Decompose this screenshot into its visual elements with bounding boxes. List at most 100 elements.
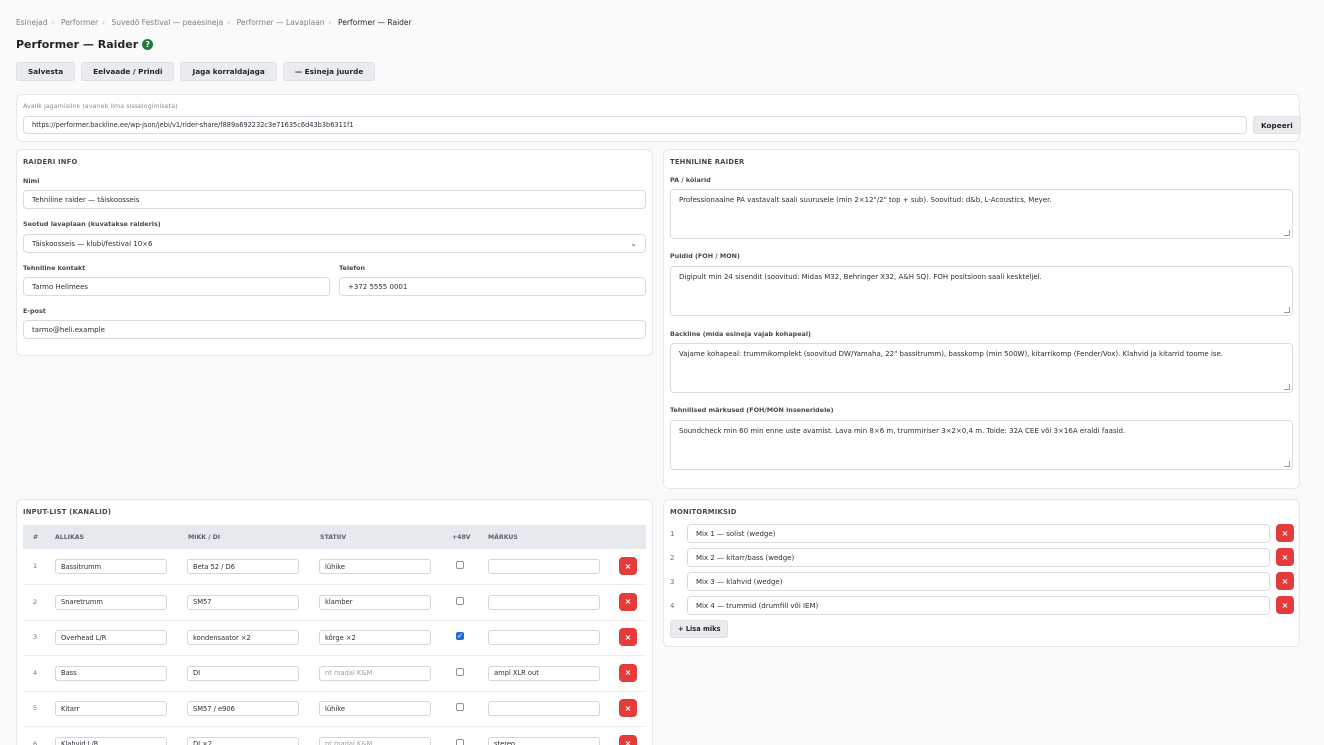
mic-input[interactable]: Beta 52 / D6 (187, 559, 299, 574)
breadcrumb-item[interactable]: Suvedö Festival — peaesineja (111, 18, 223, 27)
delete-row-button[interactable]: × (619, 663, 637, 682)
delete-row-button[interactable]: × (619, 734, 637, 745)
email-input[interactable]: tarmo@heli.example (23, 320, 646, 339)
note-input[interactable]: ampl XLR out (488, 665, 600, 681)
row-number: 3 (33, 633, 38, 641)
close-icon: × (1281, 576, 1289, 586)
list-item: 1 Mix 1 — solist (wedge) × (664, 524, 1301, 546)
col-source: ALLIKAS (55, 533, 85, 541)
breadcrumb-item[interactable]: Performer (61, 18, 98, 27)
note-input[interactable] (488, 630, 600, 645)
name-label: Nimi (23, 177, 40, 185)
stand-input[interactable]: lühike (319, 701, 431, 716)
delete-row-button[interactable]: × (619, 699, 637, 717)
check-icon: ✓ (457, 632, 463, 640)
source-input[interactable]: Kitarr (55, 701, 167, 716)
phantom-checkbox[interactable]: ✓ (456, 632, 464, 640)
phantom-checkbox[interactable] (456, 596, 464, 605)
input-list-heading: INPUT-LIST (KANALID) (23, 508, 112, 516)
resize-handle-icon[interactable] (1284, 307, 1290, 313)
col-number: # (33, 533, 39, 541)
mic-input[interactable]: DI (187, 665, 299, 681)
desks-textarea[interactable]: Digipult min 24 sisendit (soovitud: Mida… (670, 266, 1293, 316)
mic-input[interactable]: SM57 (187, 594, 299, 610)
row-number: 6 (33, 739, 38, 745)
close-icon: × (1281, 528, 1289, 538)
note-input[interactable] (488, 559, 600, 574)
stand-input[interactable]: lühike (319, 559, 431, 574)
breadcrumb-current: Performer — Raider (338, 18, 412, 27)
notes-text: Soundcheck min 60 min enne uste avamist.… (679, 427, 1126, 435)
resize-handle-icon[interactable] (1284, 461, 1290, 467)
col-phantom: +48V (452, 533, 471, 541)
col-stand: STATIIV (320, 533, 347, 541)
resize-handle-icon[interactable] (1284, 230, 1290, 236)
back-to-performer-button[interactable]: — Esineja juurde (282, 62, 376, 81)
mic-input[interactable]: DI ×2 (187, 736, 299, 745)
list-item: 3 Mix 3 — klahvid (wedge) × (664, 572, 1301, 594)
source-input[interactable]: Snaretrumm (55, 594, 167, 610)
email-label: E-post (23, 307, 46, 315)
notes-label: Tehnilised märkused (FOH/MON inseneridel… (670, 406, 834, 414)
close-icon: × (624, 561, 632, 571)
backline-label: Backline (mida esineja vajab kohapeal) (670, 330, 811, 338)
delete-row-button[interactable]: × (619, 592, 637, 611)
desks-label: Puldid (FOH / MON) (670, 252, 740, 260)
breadcrumb-item[interactable]: Esinejad (16, 18, 48, 27)
delete-mix-button[interactable]: × (1276, 572, 1294, 590)
save-button[interactable]: Salvesta (16, 62, 76, 81)
mix-number: 4 (670, 602, 675, 610)
stage-plan-label: Seotud lavaplaan (kuvatakse raideris) (23, 220, 161, 228)
contact-input[interactable]: Tarmo Helimees (23, 277, 330, 296)
share-link-label: Avalik jagamislink (avaneb ilma sisselog… (23, 102, 178, 110)
resize-handle-icon[interactable] (1284, 384, 1290, 390)
mix-input[interactable]: Mix 1 — solist (wedge) (687, 524, 1270, 543)
mix-input[interactable]: Mix 4 — trummid (drumfill või IEM) (687, 596, 1270, 615)
mix-input[interactable]: Mix 2 — kitarr/bass (wedge) (687, 548, 1270, 567)
notes-textarea[interactable]: Soundcheck min 60 min enne uste avamist.… (670, 420, 1293, 470)
stand-input[interactable]: klamber (319, 594, 431, 610)
copy-button[interactable]: Kopeeri (1253, 116, 1301, 134)
share-link-input[interactable]: https://performer.backline.ee/wp-json/je… (23, 116, 1247, 134)
mic-input[interactable]: SM57 / e906 (187, 701, 299, 716)
close-icon: × (1281, 552, 1289, 562)
delete-mix-button[interactable]: × (1276, 596, 1294, 614)
name-input[interactable]: Tehniline raider — täiskoosseis (23, 190, 646, 209)
backline-text: Vajame kohapeal: trummikomplekt (soovitu… (679, 350, 1224, 358)
preview-print-button[interactable]: Eelvaade / Prindi (81, 62, 175, 81)
add-mix-button[interactable]: + Lisa miks (670, 620, 729, 638)
page-title: Performer — Raider ? (16, 38, 154, 51)
note-input[interactable] (488, 594, 600, 610)
breadcrumb-item[interactable]: Performer — Lavaplaan (237, 18, 325, 27)
help-icon[interactable]: ? (142, 39, 154, 50)
backline-textarea[interactable]: Vajame kohapeal: trummikomplekt (soovitu… (670, 343, 1293, 393)
stand-input[interactable]: kõrge ×2 (319, 630, 431, 645)
stage-plan-select[interactable]: Täiskoosseis — klubi/festival 10×6 ⌄ (23, 234, 646, 253)
mix-input[interactable]: Mix 3 — klahvid (wedge) (687, 572, 1270, 591)
delete-row-button[interactable]: × (619, 628, 637, 646)
close-icon: × (1281, 600, 1289, 610)
row-number: 4 (33, 668, 38, 677)
phantom-checkbox[interactable] (456, 703, 464, 711)
phantom-checkbox[interactable] (456, 561, 464, 569)
phantom-checkbox[interactable] (456, 667, 464, 676)
source-input[interactable]: Klahvid L/R (55, 736, 167, 745)
desks-text: Digipult min 24 sisendit (soovitud: Mida… (679, 273, 1042, 281)
source-input[interactable]: Bassitrumm (55, 559, 167, 574)
pa-textarea[interactable]: Professionaalne PA vastavalt saali suuru… (670, 189, 1293, 239)
mic-input[interactable]: kondensaator ×2 (187, 630, 299, 645)
delete-mix-button[interactable]: × (1276, 524, 1294, 542)
source-input[interactable]: Overhead L/R (55, 630, 167, 645)
delete-row-button[interactable]: × (619, 557, 637, 575)
col-mic: MIKK / DI (188, 533, 221, 541)
stand-input[interactable]: nt madal K&M (319, 665, 431, 681)
stand-input[interactable]: nt madal K&M (319, 736, 431, 745)
note-input[interactable] (488, 701, 600, 716)
phone-input[interactable]: +372 5555 0001 (339, 277, 646, 296)
phantom-checkbox[interactable] (456, 738, 464, 745)
delete-mix-button[interactable]: × (1276, 548, 1294, 566)
share-organizer-button[interactable]: Jaga korraldajaga (180, 62, 277, 81)
note-input[interactable]: stereo (488, 736, 600, 745)
source-input[interactable]: Bass (55, 665, 167, 681)
table-row: 5 Kitarr SM57 / e906 lühike × (23, 691, 646, 727)
